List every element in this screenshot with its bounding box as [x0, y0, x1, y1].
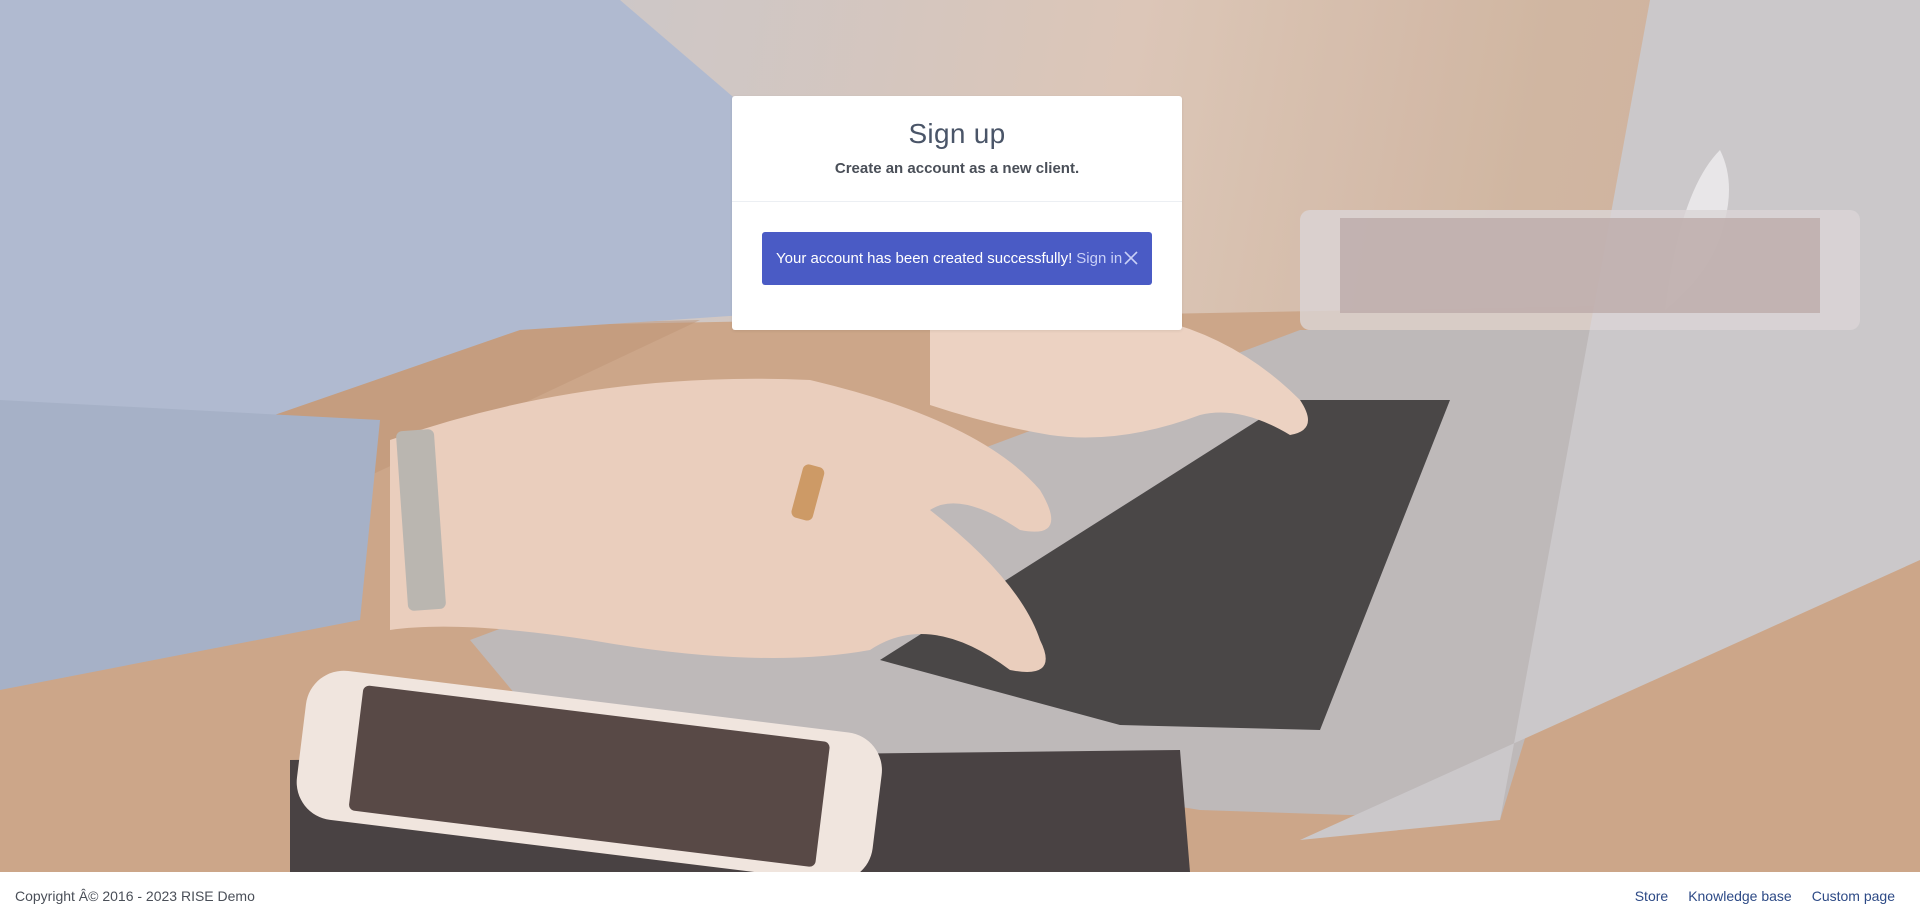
footer: Copyright Â© 2016 - 2023 RISE Demo Store…: [0, 872, 1920, 919]
footer-link-store[interactable]: Store: [1635, 888, 1668, 904]
footer-links: Store Knowledge base Custom page: [1635, 888, 1895, 904]
close-icon[interactable]: [1120, 247, 1142, 269]
footer-link-knowledge-base[interactable]: Knowledge base: [1688, 888, 1792, 904]
page-subtitle: Create an account as a new client.: [834, 160, 1080, 177]
page-title: Sign up: [908, 118, 1006, 149]
signup-card-header: Sign up Create an account as a new clien…: [732, 96, 1182, 202]
sign-in-link[interactable]: Sign in: [1076, 250, 1122, 267]
alert-message: Your account has been created successful…: [776, 250, 1073, 267]
footer-copyright: Copyright Â© 2016 - 2023 RISE Demo: [15, 888, 255, 904]
signup-card: Sign up Create an account as a new clien…: [732, 96, 1182, 330]
footer-link-custom-page[interactable]: Custom page: [1812, 888, 1895, 904]
success-alert: Your account has been created successful…: [762, 232, 1152, 285]
